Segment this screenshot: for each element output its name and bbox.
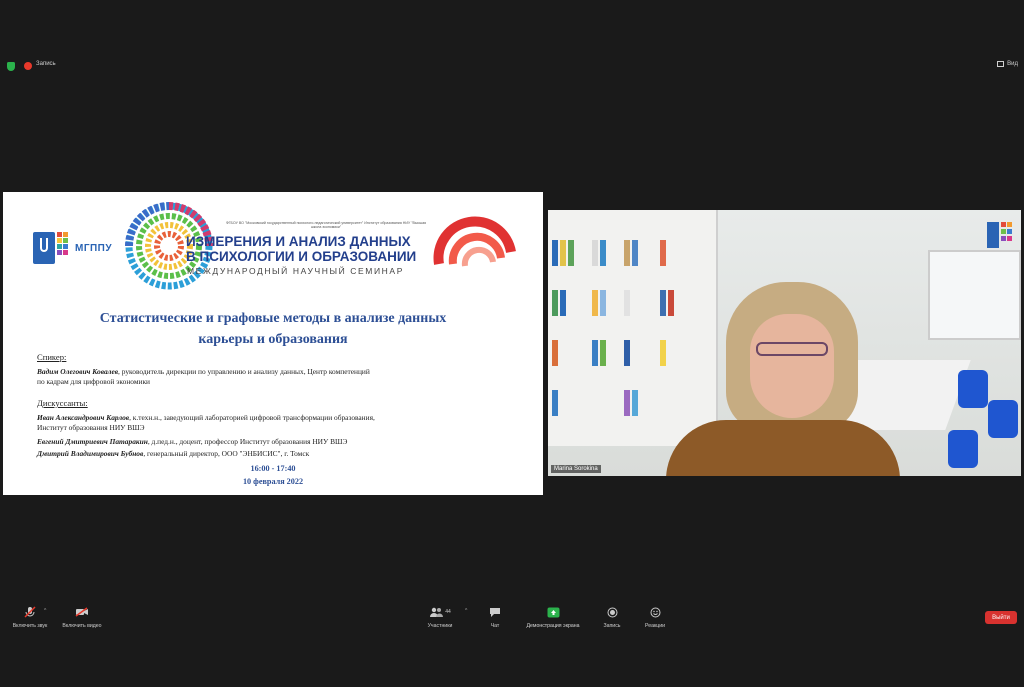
conference-subtitle: МЕЖДУНАРОДНЫЙ НАУЧНЫЙ СЕМИНАР <box>187 266 404 276</box>
shared-screen-slide: МГППУ ФГБОУ ВО "Московский государственн… <box>3 192 543 495</box>
recording-icon <box>24 62 32 70</box>
meeting-top-bar: Запись Вид <box>0 58 1024 76</box>
shield-icon[interactable] <box>7 62 15 71</box>
talk-title-line1: Статистические и графовые методы в анали… <box>99 311 447 326</box>
chat-icon <box>487 606 503 618</box>
start-video-label: Включить видео <box>62 623 102 629</box>
participants-button[interactable]: 44 Участники <box>410 606 470 629</box>
participants-count: 44 <box>445 609 451 615</box>
participant-video-tile[interactable]: Marina Sorokina <box>548 210 1021 476</box>
glasses <box>756 342 828 356</box>
record-icon <box>604 606 620 618</box>
grid-view-icon <box>997 61 1005 67</box>
discussant-3-name: Дмитрий Владимирович Бубнов <box>37 449 144 458</box>
record-label: Запись <box>603 623 621 629</box>
speaker-desc-line1: , руководитель дирекции по управлению и … <box>118 367 370 376</box>
conference-title-line1: ИЗМЕРЕНИЯ И АНАЛИЗ ДАННЫХ <box>186 234 411 249</box>
unmute-button[interactable]: Включить звук <box>0 606 60 629</box>
share-screen-icon <box>545 606 561 618</box>
discussant-2-name: Евгений Дмитриевич Патаракин <box>37 437 148 446</box>
participant-name-tag: Marina Sorokina <box>551 465 601 473</box>
mgppu-logo-text: МГППУ <box>75 243 113 254</box>
talk-title: Статистические и графовые методы в анали… <box>33 308 513 350</box>
chair <box>988 400 1018 438</box>
discussant-3: Дмитрий Владимирович Бубнов, генеральный… <box>37 449 517 459</box>
participants-icon: 44 <box>425 606 455 618</box>
chat-label: Чат <box>490 623 500 629</box>
discussant-1-desc-line2: Институт образования НИУ ВШЭ <box>37 422 145 432</box>
participant-body <box>666 420 900 476</box>
smiley-icon <box>647 606 663 618</box>
reactions-button[interactable]: Реакции <box>625 606 685 629</box>
discussant-1-desc-line1: , к.техн.н., заведующий лабораторией циф… <box>129 413 375 422</box>
audio-options-caret-icon[interactable]: ^ <box>44 608 46 614</box>
speaker-info: Вадим Олегович Ковалев, руководитель дир… <box>37 367 517 386</box>
participants-label: Участники <box>427 623 453 629</box>
recording-label: Запись <box>36 61 56 67</box>
institute-arc-logo <box>433 216 516 267</box>
start-video-button[interactable]: Включить видео <box>52 606 112 629</box>
organizer-line: ФГБОУ ВО "Московский государственный пси… <box>225 221 427 230</box>
mgppu-wall-logo <box>987 222 1013 252</box>
meeting-toolbar: Включить звук ^ Включить видео 44 Участн… <box>0 600 1024 640</box>
muted-microphone-icon <box>22 606 38 618</box>
leave-meeting-button[interactable]: Выйти <box>985 611 1017 624</box>
discussant-3-desc: , генеральный директор, ООО "ЭНБИСИС", г… <box>143 449 310 458</box>
view-label: Вид <box>1007 61 1018 67</box>
discussant-2: Евгений Дмитриевич Патаракин, д.пед.н., … <box>37 437 517 447</box>
video-off-icon <box>74 606 90 618</box>
speaker-label: Спикер: <box>37 352 67 362</box>
speaker-desc-line2: по кадрам для цифровой экономики <box>37 376 151 386</box>
participant-face <box>750 314 834 418</box>
seminar-date: 10 февраля 2022 <box>242 477 304 486</box>
seminar-time: 16:00 - 17:40 <box>250 464 296 473</box>
share-screen-button[interactable]: Демонстрация экрана <box>523 606 583 629</box>
discussant-1-name: Иван Александрович Карлов <box>37 413 130 422</box>
discussants-label: Дискуссанты: <box>37 398 88 408</box>
discussant-1: Иван Александрович Карлов, к.техн.н., за… <box>37 413 517 432</box>
discussant-2-desc: , д.пед.н., доцент, профессор Институт о… <box>147 437 348 446</box>
view-button[interactable]: Вид <box>997 61 1018 67</box>
window <box>928 250 1021 340</box>
mgppu-logo <box>33 232 69 264</box>
chair <box>958 370 988 408</box>
conference-title-line2: В ПСИХОЛОГИИ И ОБРАЗОВАНИИ <box>186 249 417 264</box>
chat-button[interactable]: Чат <box>465 606 525 629</box>
bookshelf <box>548 210 718 446</box>
chair <box>948 430 978 468</box>
unmute-label: Включить звук <box>12 623 48 629</box>
talk-title-line2: карьеры и образования <box>198 332 348 347</box>
reactions-label: Реакции <box>644 623 666 629</box>
speaker-name: Вадим Олегович Ковалев <box>37 367 119 376</box>
share-screen-label: Демонстрация экрана <box>526 623 580 629</box>
